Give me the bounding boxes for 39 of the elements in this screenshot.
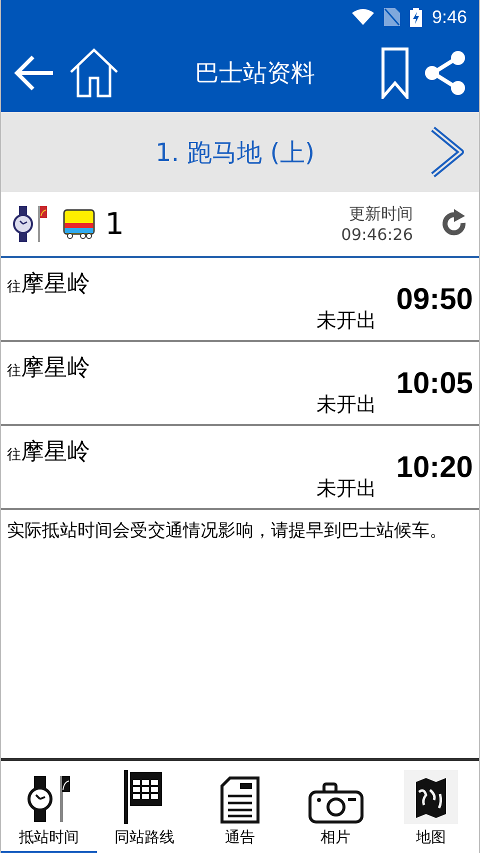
direction-prefix: 往 [7,279,21,295]
nav-tab[interactable]: 同站路线 [96,761,192,853]
watch-stop-icon [11,206,49,242]
screen-title: 巴士站资料 [194,58,316,89]
departure-status: 未开出 [316,391,376,418]
nav-tab[interactable]: 地图 [383,761,479,853]
share-icon[interactable] [423,50,467,96]
nav-tab[interactable]: 相片 [288,761,384,853]
status-time: 9:46 [432,6,467,28]
destination-name: 摩星岭 [21,439,90,465]
direction-prefix: 往 [7,447,21,463]
nav-tab[interactable]: 抵站时间 [1,761,97,853]
arrival-time: 10:20 [396,451,473,485]
battery-charging-icon [410,8,422,26]
wifi-icon [352,9,374,25]
departure-status: 未开出 [316,475,376,502]
destination-name: 摩星岭 [21,271,90,297]
document-icon [220,776,260,824]
camera-icon [308,780,364,824]
arrival-time: 10:05 [396,367,473,401]
timetable-icon [124,770,164,824]
direction-prefix: 往 [7,363,21,379]
arrival-time: 09:50 [396,283,473,317]
stop-name: 1. 跑马地 (上) [154,136,316,168]
home-icon[interactable] [69,48,119,98]
bus-icon [63,209,95,239]
route-number: 1 [105,206,126,242]
map-icon [404,770,458,824]
back-arrow-icon[interactable] [13,53,55,93]
watch-stop-icon [26,774,72,824]
nav-tab[interactable]: 通告 [192,761,288,853]
updated-label: 更新时间 [349,204,413,225]
departure-status: 未开出 [316,307,376,334]
no-sim-icon [384,8,400,26]
bookmark-icon[interactable] [381,47,409,99]
next-chevron-icon[interactable] [429,125,465,179]
updated-time: 09:46:26 [341,225,413,244]
notice-text: 实际抵站时间会受交通情况影响，请提早到巴士站候车。 [7,520,448,542]
destination-name: 摩星岭 [21,355,90,381]
